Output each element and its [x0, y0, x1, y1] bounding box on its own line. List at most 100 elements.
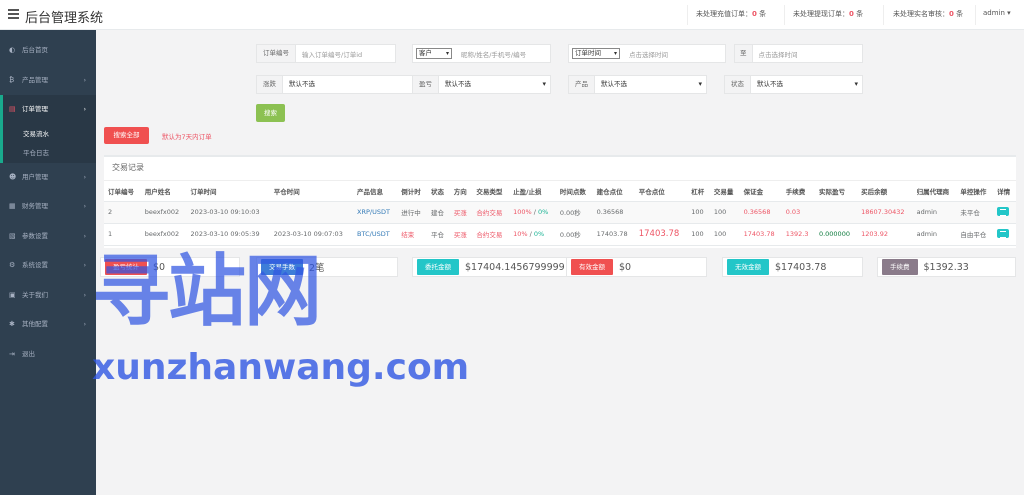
gears-icon: ⚙: [9, 261, 16, 269]
users-icon: ☻: [9, 172, 17, 181]
cell-control[interactable]: 自由平仓: [956, 223, 994, 246]
column-header: 交易类型: [472, 181, 510, 202]
cell-direction: 买涨: [449, 223, 473, 246]
notice-recharge[interactable]: 未处理充值订单：0 条: [696, 9, 766, 19]
panel-title: 交易记录: [104, 157, 1016, 181]
time-start-input[interactable]: 点击选择时间: [623, 49, 725, 59]
cell-product[interactable]: BTC/USDT: [353, 223, 398, 246]
profit-select[interactable]: 默认不选 ▾: [439, 76, 550, 93]
table-row: 1 beexfx002 2023-03-10 09:05:39 2023-03-…: [104, 223, 1016, 246]
chevron-right-icon: ›: [83, 291, 86, 299]
sidebar-item-config[interactable]: ✱ 其他配置 ›: [0, 310, 96, 340]
table-row: 2 beexfx002 2023-03-10 09:10:03 XRP/USDT…: [104, 201, 1016, 224]
cell-control[interactable]: 未平仓: [956, 201, 994, 224]
sidebar-item-params[interactable]: ▧ 参数设置 ›: [0, 222, 96, 252]
sidebar-item-orders[interactable]: ▤ 订单管理 ›: [0, 95, 96, 125]
menu-toggle-icon[interactable]: [8, 9, 19, 19]
order-no-label: 订单编号: [257, 45, 296, 62]
sidebar-item-finance[interactable]: ▦ 财务管理 ›: [0, 192, 96, 222]
chevron-right-icon: ›: [83, 262, 86, 269]
cell-volume: 100: [709, 223, 740, 246]
cell-agent: admin: [912, 201, 957, 224]
user-menu[interactable]: admin ▾: [983, 9, 1011, 17]
column-header: 详情: [993, 181, 1016, 202]
sidebar-item-system[interactable]: ⚙ 系统设置 ›: [0, 251, 96, 281]
chevron-down-icon: ▾: [542, 80, 546, 88]
cell-order-id: 1: [104, 223, 141, 246]
cell-order-time: 2023-03-10 09:05:39: [186, 223, 270, 246]
order-no-input[interactable]: 输入订单编号/订单id: [296, 49, 395, 59]
trade-records-panel: 交易记录 订单编号 用户姓名 订单时间 平仓时间 产品信息 倒计时 状态 方向 …: [104, 155, 1016, 248]
status-filter: 状态 默认不选 ▾: [724, 75, 863, 94]
search-button[interactable]: 搜索: [256, 104, 285, 122]
cell-agent: admin: [912, 223, 957, 246]
profit-label: 盈亏: [413, 76, 439, 93]
cell-order-time: 2023-03-10 09:10:03: [186, 201, 270, 224]
logout-icon: ⇥: [9, 349, 15, 358]
column-header: 归属代理商: [912, 181, 957, 202]
settings-icon: ▧: [9, 231, 16, 240]
stat-fee: 手续费 $1392.33: [877, 257, 1016, 277]
profit-filter: 盈亏 默认不选 ▾: [412, 75, 551, 94]
column-header: 单控操作: [956, 181, 994, 202]
column-header: 平仓点位: [634, 181, 688, 202]
detail-icon[interactable]: [997, 206, 1010, 216]
chevron-down-icon: ▾: [698, 80, 702, 88]
divider: [687, 5, 688, 25]
column-header: 保证金: [739, 181, 782, 202]
time-type-select[interactable]: 订单时间 ▾: [572, 48, 620, 59]
product-label: 产品: [569, 76, 595, 93]
sidebar-item-products[interactable]: ₿ 产品管理 ›: [0, 66, 96, 96]
notice-withdraw[interactable]: 未处理提现订单：0 条: [793, 9, 863, 19]
column-header: 止盈/止损: [509, 181, 556, 202]
sidebar-item-logout[interactable]: ⇥ 退出: [0, 340, 96, 370]
cell-margin: 17403.78: [739, 223, 782, 246]
time-end-input[interactable]: 点击选择时间: [753, 49, 863, 59]
stat-invalid: 无效金额 $17403.78: [722, 257, 863, 277]
table-header-row: 订单编号 用户姓名 订单时间 平仓时间 产品信息 倒计时 状态 方向 交易类型 …: [104, 181, 1016, 202]
column-header: 状态: [427, 181, 450, 202]
sidebar-subitem-close-log[interactable]: 平仓日志: [0, 143, 96, 163]
rise-fall-label: 涨跌: [257, 76, 283, 93]
cell-profit: [814, 201, 858, 224]
cell-open-price: 17403.78: [592, 223, 635, 246]
config-icon: ✱: [9, 320, 15, 328]
stat-label: 委托金额: [417, 259, 459, 275]
chevron-right-icon: ›: [83, 173, 86, 181]
divider: [883, 5, 884, 25]
chevron-down-icon: ▾: [613, 50, 617, 57]
customer-input[interactable]: 昵称/姓名/手机号/编号: [455, 49, 550, 59]
sidebar-subitem-trade-flow[interactable]: 交易流水: [0, 124, 96, 144]
cell-countdown: 结束: [397, 223, 427, 246]
divider: [784, 5, 785, 25]
finance-icon: ▦: [9, 202, 16, 210]
cell-time-points: 0.00秒: [555, 201, 593, 224]
column-header: 平仓时间: [269, 181, 354, 202]
column-header: 杠杆: [687, 181, 710, 202]
column-header: 时间点数: [555, 181, 593, 202]
sidebar-item-users[interactable]: ☻ 用户管理 ›: [0, 163, 96, 193]
detail-icon[interactable]: [997, 228, 1010, 238]
sidebar-item-about[interactable]: ▣ 关于我们 ›: [0, 281, 96, 311]
time-end-filter: 至 点击选择时间: [734, 44, 863, 63]
stat-label: 有效金额: [571, 259, 613, 275]
column-header: 产品信息: [353, 181, 398, 202]
cell-close-time: 2023-03-10 09:07:03: [269, 223, 354, 246]
cell-user: beexfx002: [140, 223, 187, 246]
cell-product[interactable]: XRP/USDT: [353, 201, 398, 224]
stat-entrusted: 委托金额 $17404.1456799999: [412, 257, 570, 277]
sidebar: ◐ 后台首页 ₿ 产品管理 › ▤ 订单管理 › 交易流水 平仓日志 ☻ 用户管理 › ▦ 财务…: [0, 30, 96, 495]
column-header: 倒计时: [397, 181, 427, 202]
stat-value: $17404.1456799999: [465, 261, 565, 273]
cell-fee: 1392.3: [781, 223, 815, 246]
search-all-button[interactable]: 搜索全部: [104, 127, 149, 144]
notice-verify[interactable]: 未处理实名审核：0 条: [893, 9, 963, 19]
stat-value: $0: [619, 261, 632, 273]
product-select[interactable]: 默认不选 ▾: [595, 76, 706, 93]
sidebar-item-home[interactable]: ◐ 后台首页: [0, 36, 96, 66]
status-select[interactable]: 默认不选 ▾: [751, 76, 862, 93]
cell-tp-sl: 10% / 0%: [509, 223, 556, 246]
column-header: 用户姓名: [140, 181, 187, 202]
app-title: 后台管理系统: [25, 11, 104, 26]
customer-type-select[interactable]: 客户 ▾: [416, 48, 452, 59]
